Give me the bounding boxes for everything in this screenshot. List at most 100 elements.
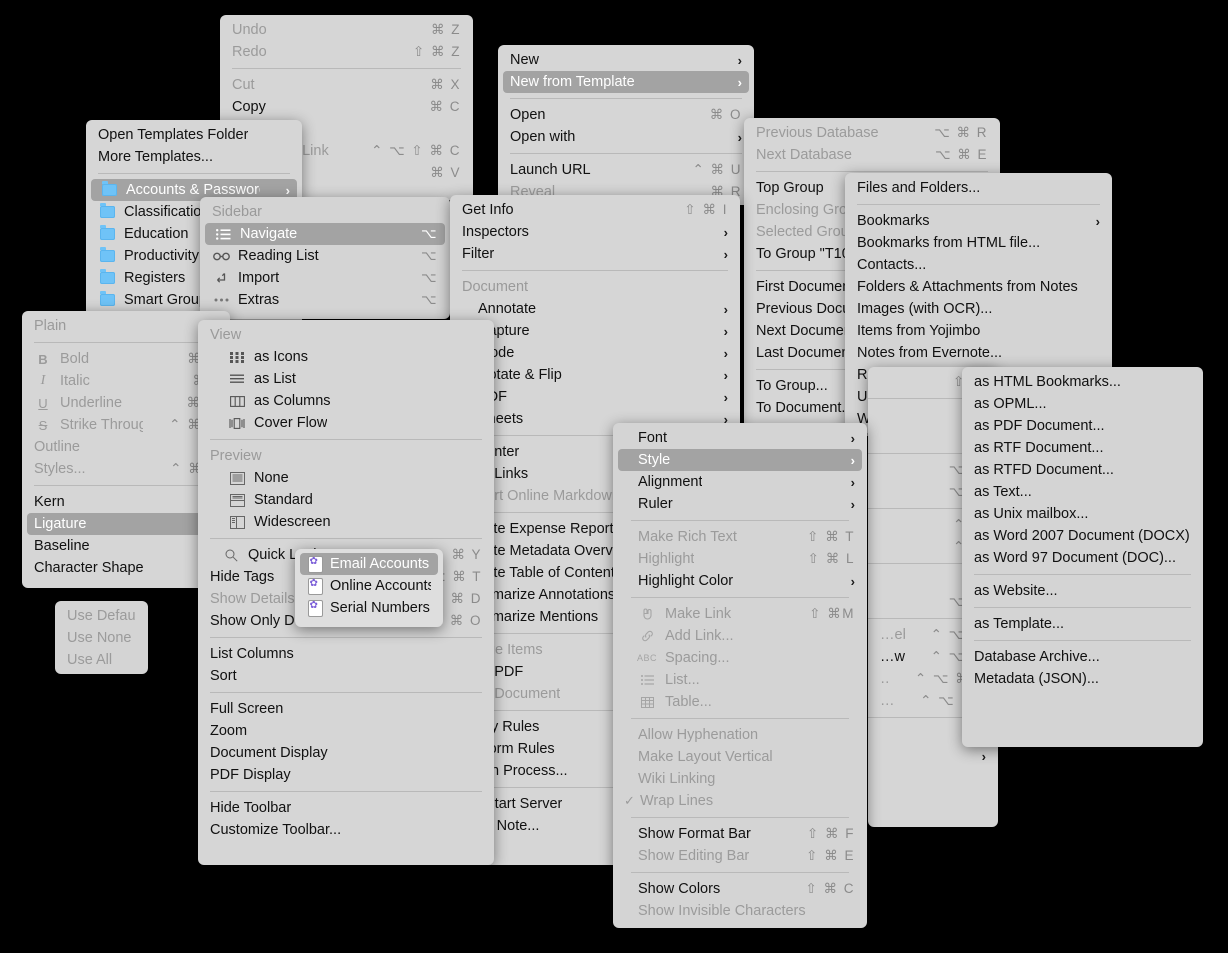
menu-item-cut[interactable]: Cut ⌘ X: [220, 74, 473, 96]
menu-item-filter[interactable]: Filter ›: [450, 243, 740, 265]
menu-item-more-templates[interactable]: More Templates...: [86, 146, 302, 168]
menu-item-next-database[interactable]: Next Database ⌥ ⌘ E: [744, 144, 1000, 166]
menu-item-ligature[interactable]: Ligature›: [27, 513, 225, 535]
menu-item-contacts[interactable]: Contacts...: [845, 254, 1112, 276]
menu-item-use-default[interactable]: Use Default: [55, 605, 148, 627]
menu-item-serial-numbers[interactable]: Serial Numbers: [295, 597, 443, 619]
sidebar-submenu[interactable]: Sidebar Navigate ⌥ Reading List ⌥ Import ⌥ …: [200, 197, 450, 319]
menu-item-bookmarks[interactable]: Bookmarks ›: [845, 210, 1112, 232]
menu-item-alignment[interactable]: Alignment ›: [613, 471, 867, 493]
chevron-right-icon: ›: [723, 389, 728, 405]
menu-item-folders-attachments-notes[interactable]: Folders & Attachments from Notes: [845, 276, 1112, 298]
menu-item-spacing[interactable]: ABC Spacing...: [613, 647, 867, 669]
menu-item-allow-hyphenation[interactable]: Allow Hyphenation: [613, 724, 867, 746]
menu-item-as-word-97-doc[interactable]: as Word 97 Document (DOC)...: [962, 547, 1203, 569]
format-submenu[interactable]: Font › Style › Alignment › Ruler › Make Rich…: [613, 423, 867, 928]
menu-item-make-link[interactable]: Make Link ⇧ ⌘M: [613, 603, 867, 625]
menu-item-as-text[interactable]: as Text...: [962, 481, 1203, 503]
menu-item-use-all[interactable]: Use All: [55, 649, 148, 671]
menu-item-reading-list[interactable]: Reading List ⌥: [200, 245, 450, 267]
menu-item-list-columns[interactable]: List Columns: [198, 643, 494, 665]
menu-item-as-word-2007-docx[interactable]: as Word 2007 Document (DOCX)...: [962, 525, 1203, 547]
menu-item-launch-url[interactable]: Launch URL ⌃ ⌘ U: [498, 159, 754, 181]
menu-item-import[interactable]: Import ⌥: [200, 267, 450, 289]
menu-item-as-template[interactable]: as Template...: [962, 613, 1203, 635]
menu-item-style[interactable]: Style ›: [618, 449, 862, 471]
menu-shortcut: ⇧ ⌘ T: [807, 529, 855, 544]
menu-item-metadata-json[interactable]: Metadata (JSON)...: [962, 668, 1203, 690]
menu-item-previous-database[interactable]: Previous Database ⌥ ⌘ R: [744, 122, 1000, 144]
menu-item-highlight[interactable]: Highlight ⇧ ⌘ L: [613, 548, 867, 570]
menu-item-as-columns[interactable]: as Columns: [198, 390, 494, 412]
menu-item-label: as OPML...: [974, 396, 1047, 412]
menu-item-show-invisible-characters[interactable]: Show Invisible Characters: [613, 900, 867, 922]
menu-item-notes-from-evernote[interactable]: Notes from Evernote...: [845, 342, 1112, 364]
menu-item-as-list[interactable]: as List: [198, 368, 494, 390]
menu-item-get-info[interactable]: Get Info ⇧ ⌘ I: [450, 199, 740, 221]
menu-item-annotate[interactable]: Annotate ›: [450, 298, 740, 320]
menu-item-bookmarks-from-html[interactable]: Bookmarks from HTML file...: [845, 232, 1112, 254]
ligature-submenu[interactable]: Use Default Use None Use All: [55, 601, 148, 674]
menu-item-open[interactable]: Open ⌘ O: [498, 104, 754, 126]
menu-item-show-format-bar[interactable]: Show Format Bar ⇧ ⌘ F: [613, 823, 867, 845]
menu-item-pdf-display[interactable]: PDF Display: [198, 764, 494, 786]
accounts-passwords-submenu[interactable]: Email Accounts Online Accounts Serial Nu…: [295, 549, 443, 627]
menu-item-navigate[interactable]: Navigate ⌥: [205, 223, 445, 245]
menu-item-as-opml[interactable]: as OPML...: [962, 393, 1203, 415]
menu-item-items-from-yojimbo[interactable]: Items from Yojimbo: [845, 320, 1112, 342]
menu-item-database-archive[interactable]: Database Archive...: [962, 646, 1203, 668]
menu-item-as-rtfd-document[interactable]: as RTFD Document...: [962, 459, 1203, 481]
menu-item-open-templates-folder[interactable]: Open Templates Folder: [86, 124, 302, 146]
menu-item-zoom[interactable]: Zoom: [198, 720, 494, 742]
menu-item-full-screen[interactable]: Full Screen: [198, 698, 494, 720]
menu-shortcut: ⌥ ⌘ R: [934, 125, 988, 140]
menu-item-wrap-lines[interactable]: ✓ Wrap Lines: [613, 790, 867, 812]
menu-item-ruler[interactable]: Ruler ›: [613, 493, 867, 515]
menu-item-cover-flow[interactable]: Cover Flow: [198, 412, 494, 434]
menu-item-label: More Templates...: [98, 149, 213, 165]
menu-item-undo[interactable]: Undo ⌘ Z: [220, 19, 473, 41]
menu-item-new-from-template[interactable]: New from Template ›: [503, 71, 749, 93]
menu-item-document-display[interactable]: Document Display: [198, 742, 494, 764]
menu-item-show-editing-bar[interactable]: Show Editing Bar ⇧ ⌘ E: [613, 845, 867, 867]
menu-item-images-with-ocr[interactable]: Images (with OCR)...: [845, 298, 1112, 320]
menu-item-bg-sub-2[interactable]: ›: [868, 745, 998, 767]
menu-item-preview-none[interactable]: None: [198, 467, 494, 489]
menu-item-table[interactable]: Table...: [613, 691, 867, 713]
menu-item-as-rtf-document[interactable]: as RTF Document...: [962, 437, 1203, 459]
menu-item-as-icons[interactable]: as Icons: [198, 346, 494, 368]
menu-item-label: Launch URL: [510, 162, 591, 178]
menu-item-hide-toolbar[interactable]: Hide Toolbar: [198, 797, 494, 819]
menu-item-online-accounts[interactable]: Online Accounts: [295, 575, 443, 597]
menu-item-open-with[interactable]: Open with ›: [498, 126, 754, 148]
export-submenu[interactable]: as HTML Bookmarks... as OPML... as PDF D…: [962, 367, 1203, 747]
menu-item-font[interactable]: Font ›: [613, 427, 867, 449]
menu-item-make-rich-text[interactable]: Make Rich Text ⇧ ⌘ T: [613, 526, 867, 548]
menu-item-add-link[interactable]: Add Link...: [613, 625, 867, 647]
menu-item-as-website[interactable]: as Website...: [962, 580, 1203, 602]
menu-item-new[interactable]: New ›: [498, 49, 754, 71]
menu-item-use-none[interactable]: Use None: [55, 627, 148, 649]
file-menu[interactable]: New › New from Template › Open ⌘ O Open wit…: [498, 45, 754, 205]
menu-item-customize-toolbar[interactable]: Customize Toolbar...: [198, 819, 494, 841]
menu-item-make-layout-vertical[interactable]: Make Layout Vertical: [613, 746, 867, 768]
menu-item-files-and-folders[interactable]: Files and Folders...: [845, 177, 1112, 199]
menu-item-extras[interactable]: Extras ⌥: [200, 289, 450, 311]
menu-item-as-pdf-document[interactable]: as PDF Document...: [962, 415, 1203, 437]
menu-shortcut: ⌃ ⌘ U: [692, 162, 742, 177]
chevron-right-icon: ›: [723, 246, 728, 262]
menu-item-email-accounts[interactable]: Email Accounts: [300, 553, 438, 575]
menu-item-inspectors[interactable]: Inspectors ›: [450, 221, 740, 243]
menu-item-preview-standard[interactable]: Standard: [198, 489, 494, 511]
menu-item-wiki-linking[interactable]: Wiki Linking: [613, 768, 867, 790]
menu-item-as-html-bookmarks[interactable]: as HTML Bookmarks...: [962, 371, 1203, 393]
menu-item-show-colors[interactable]: Show Colors ⇧ ⌘ C: [613, 878, 867, 900]
menu-item-highlight-color[interactable]: Highlight Color ›: [613, 570, 867, 592]
menu-item-copy[interactable]: Copy ⌘ C: [220, 96, 473, 118]
menu-item-sort[interactable]: Sort: [198, 665, 494, 687]
menu-item-list[interactable]: List...: [613, 669, 867, 691]
menu-item-preview-widescreen[interactable]: Widescreen: [198, 511, 494, 533]
menu-item-label: Underline: [60, 395, 123, 411]
menu-item-redo[interactable]: Redo ⇧ ⌘ Z: [220, 41, 473, 63]
menu-item-as-unix-mailbox[interactable]: as Unix mailbox...: [962, 503, 1203, 525]
